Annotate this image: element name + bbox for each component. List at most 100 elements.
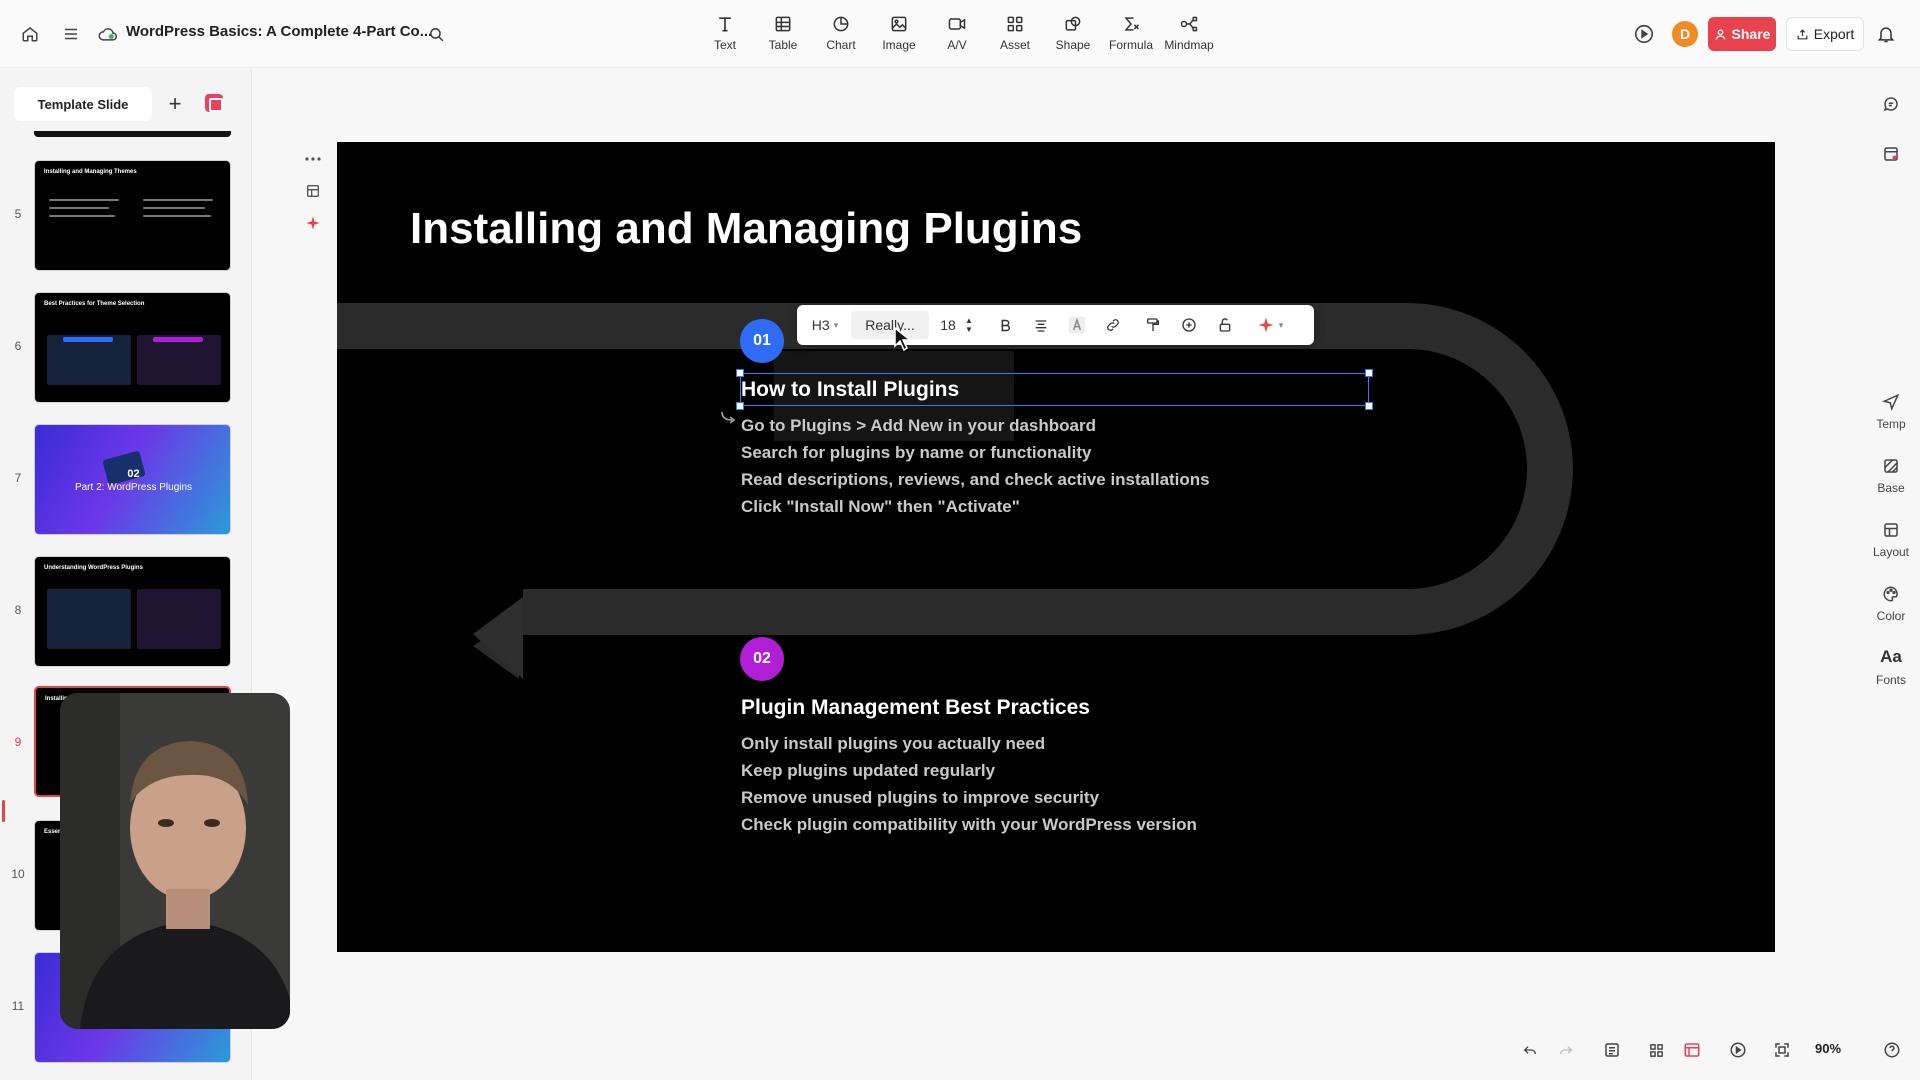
notes-icon[interactable] [1600, 1038, 1624, 1062]
rotate-handle-icon[interactable] [720, 410, 738, 424]
chat-bubble-icon [1883, 97, 1898, 112]
font-size-value[interactable]: 18 [935, 305, 961, 345]
thumbnail-title: Installing and Managing Themes [44, 169, 137, 175]
thumb-column [47, 589, 131, 649]
section-badge-01[interactable]: 01 [740, 319, 784, 363]
help-icon[interactable] [1880, 1038, 1904, 1062]
formula-tool-button[interactable]: Formula [1102, 12, 1160, 58]
link-button[interactable] [1097, 305, 1129, 345]
play-slideshow-icon[interactable] [1726, 1038, 1750, 1062]
top-bar: WordPress Basics: A Complete 4-Part Co..… [0, 0, 1920, 68]
thumb-text-line [143, 207, 205, 209]
resize-handle[interactable] [1365, 402, 1373, 410]
slide-view-icon[interactable] [1680, 1038, 1704, 1062]
section-badge-02[interactable]: 02 [740, 637, 784, 681]
mindmap-tool-button[interactable]: Mindmap [1160, 12, 1218, 58]
slide-canvas[interactable]: Installing and Managing Plugins 01 How t… [337, 142, 1775, 952]
asset-tool-button[interactable]: Asset [986, 12, 1044, 58]
slide-number: 5 [14, 207, 22, 221]
text-tool-button[interactable]: Text [696, 12, 754, 58]
fonts-panel-button[interactable]: Aa Fonts [1862, 647, 1920, 687]
table-tool-button[interactable]: Table [754, 12, 812, 58]
bullet-item: Go to Plugins > Add New in your dashboar… [741, 416, 1096, 435]
fit-screen-icon[interactable] [1770, 1038, 1794, 1062]
resize-handle[interactable] [1365, 369, 1373, 377]
text-selection-box[interactable] [736, 369, 1373, 410]
presenter-silhouette [60, 693, 290, 1029]
add-slide-button[interactable]: + [158, 87, 192, 121]
user-avatar[interactable]: D [1672, 21, 1698, 47]
comment-button[interactable] [1173, 305, 1205, 345]
ai-sparkle-icon[interactable] [296, 208, 330, 238]
right-panel: Temp Base Layout Color Aa Fonts [1862, 69, 1920, 1080]
mindmap-icon [1180, 16, 1198, 32]
slide-number: 11 [11, 999, 25, 1013]
slide-number: 6 [14, 339, 22, 353]
slide-number: 8 [14, 603, 22, 617]
align-button[interactable] [1025, 305, 1057, 345]
thumb-text-line [143, 199, 213, 201]
more-options-icon[interactable] [296, 144, 330, 174]
slide-thumbnail-8[interactable]: Understanding WordPress Plugins [34, 556, 231, 667]
active-slide-marker [2, 800, 5, 822]
slide-design-button[interactable] [1862, 145, 1920, 163]
slide-number: 7 [14, 471, 22, 485]
shape-tool-button[interactable]: Shape [1044, 12, 1102, 58]
color-panel-button[interactable]: Color [1862, 585, 1920, 623]
grid-view-icon[interactable] [1644, 1038, 1668, 1062]
section-bullets-management[interactable]: Only install plugins you actually need K… [741, 730, 1197, 838]
export-button[interactable]: Export [1786, 17, 1864, 51]
text-color-icon [1068, 316, 1086, 334]
share-button[interactable]: Share [1708, 17, 1776, 51]
slide-title[interactable]: Installing and Managing Plugins [410, 204, 1082, 254]
font-family-select[interactable]: Really... [851, 311, 929, 339]
comments-button[interactable] [1862, 95, 1920, 113]
image-tool-button[interactable]: Image [870, 12, 928, 58]
zoom-level[interactable]: 90% [1815, 1041, 1841, 1056]
shape-icon [1065, 16, 1081, 31]
template-slide-button[interactable]: Template Slide [14, 87, 152, 121]
slide-thumbnail-4-edge[interactable] [34, 131, 231, 137]
thumbnail-title: Understanding WordPress Plugins [44, 565, 143, 571]
base-panel-button[interactable]: Base [1862, 457, 1920, 495]
thumb-text-line [49, 207, 109, 209]
text-color-button[interactable] [1061, 305, 1093, 345]
slide-thumbnail-6[interactable]: Best Practices for Theme Selection [34, 292, 231, 403]
upload-icon [1797, 28, 1808, 39]
thumbnail-title: 02 [127, 468, 140, 480]
present-play-icon[interactable] [1630, 20, 1658, 48]
base-icon [1884, 459, 1898, 473]
redo-icon[interactable] [1554, 1038, 1578, 1062]
document-title[interactable]: WordPress Basics: A Complete 4-Part Co..… [126, 23, 432, 40]
chevron-down-icon: ▾ [833, 319, 839, 330]
av-tool-button[interactable]: A/V [928, 12, 986, 58]
section-heading-management[interactable]: Plugin Management Best Practices [741, 696, 1090, 720]
heading-level-select[interactable]: H3 ▾ [805, 305, 845, 345]
bullet-item: Search for plugins by name or functional… [741, 443, 1092, 462]
slide-layout-icon[interactable] [296, 176, 330, 206]
thumb-column [47, 335, 131, 385]
bold-button[interactable] [989, 305, 1021, 345]
menu-icon[interactable] [57, 20, 85, 48]
section-bullets-install[interactable]: Go to Plugins > Add New in your dashboar… [741, 412, 1210, 520]
home-icon[interactable] [16, 20, 44, 48]
slide-thumbnail-7[interactable]: 02 Part 2: WordPress Plugins [34, 424, 231, 535]
chart-tool-button[interactable]: Chart [812, 12, 870, 58]
template-panel-button[interactable]: Temp [1862, 393, 1920, 431]
resize-handle[interactable] [736, 369, 744, 377]
format-painter-button[interactable] [1137, 305, 1169, 345]
bell-icon[interactable] [1872, 20, 1900, 48]
thumbnail-title: Best Practices for Theme Selection [44, 301, 145, 307]
template-icon [1882, 393, 1900, 411]
layout-panel-button[interactable]: Layout [1862, 521, 1920, 559]
image-icon [891, 16, 907, 32]
lock-button[interactable] [1209, 305, 1241, 345]
ai-assist-button[interactable]: ▾ [1249, 305, 1291, 345]
video-icon [948, 18, 966, 30]
search-icon[interactable] [422, 20, 450, 48]
resize-handle[interactable] [736, 402, 744, 410]
font-size-stepper[interactable]: ▲ ▼ [961, 305, 977, 345]
slide-library-icon[interactable] [205, 94, 223, 112]
slide-thumbnail-5[interactable]: Installing and Managing Themes [34, 160, 231, 271]
undo-icon[interactable] [1518, 1038, 1542, 1062]
